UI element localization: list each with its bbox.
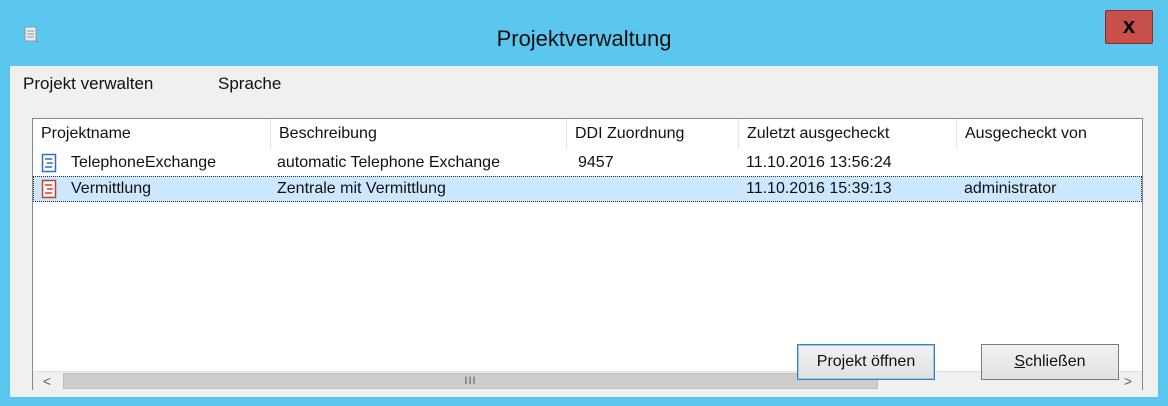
scroll-thumb[interactable]: III [63, 373, 878, 389]
column-header-beschreibung[interactable]: Beschreibung [271, 119, 567, 149]
column-header-ausgecheckt-von[interactable]: Ausgecheckt von [957, 119, 1142, 149]
scroll-left-icon[interactable]: < [33, 372, 61, 390]
open-project-button[interactable]: Projekt öffnen [797, 344, 935, 380]
table-row-selected[interactable]: Vermittlung Zentrale mit Vermittlung 11.… [33, 176, 1142, 202]
client-area: Projekt verwalten Sprache Projektname Be… [10, 66, 1158, 397]
column-header-ddi-zuordnung[interactable]: DDI Zuordnung [567, 119, 739, 149]
menu-item-sprache[interactable]: Sprache [218, 74, 281, 94]
cell-projektname: Vermittlung [71, 180, 152, 197]
cell-zuletzt-ausgecheckt: 11.10.2016 13:56:24 [746, 154, 892, 171]
cell-ddi-zuordnung: 9457 [578, 154, 614, 171]
horizontal-scrollbar[interactable]: < III > [33, 371, 1142, 390]
cell-ausgecheckt-von: administrator [964, 180, 1057, 197]
cell-zuletzt-ausgecheckt: 11.10.2016 15:39:13 [746, 180, 892, 197]
project-management-window: Projektverwaltung x Projekt verwalten Sp… [0, 0, 1168, 406]
table-row[interactable]: TelephoneExchange automatic Telephone Ex… [33, 150, 1142, 176]
close-button[interactable]: Schließen [981, 344, 1119, 380]
window-title: Projektverwaltung [496, 26, 672, 51]
document-icon [41, 153, 57, 173]
cell-beschreibung: automatic Telephone Exchange [277, 154, 500, 171]
list-header: Projektname Beschreibung DDI Zuordnung Z… [33, 119, 1142, 149]
title-bar[interactable]: Projektverwaltung x [0, 0, 1168, 66]
scroll-grip-icon: III [464, 375, 477, 387]
menu-bar: Projekt verwalten Sprache [10, 66, 1158, 100]
cell-beschreibung: Zentrale mit Vermittlung [277, 180, 446, 197]
menu-item-projekt-verwalten[interactable]: Projekt verwalten [23, 74, 153, 94]
close-window-button[interactable]: x [1105, 10, 1153, 44]
column-header-zuletzt-ausgecheckt[interactable]: Zuletzt ausgecheckt [739, 119, 957, 149]
cell-projektname: TelephoneExchange [71, 154, 217, 171]
column-header-projektname[interactable]: Projektname [33, 119, 271, 149]
project-list[interactable]: Projektname Beschreibung DDI Zuordnung Z… [32, 118, 1143, 390]
checked-out-document-icon [41, 179, 57, 199]
